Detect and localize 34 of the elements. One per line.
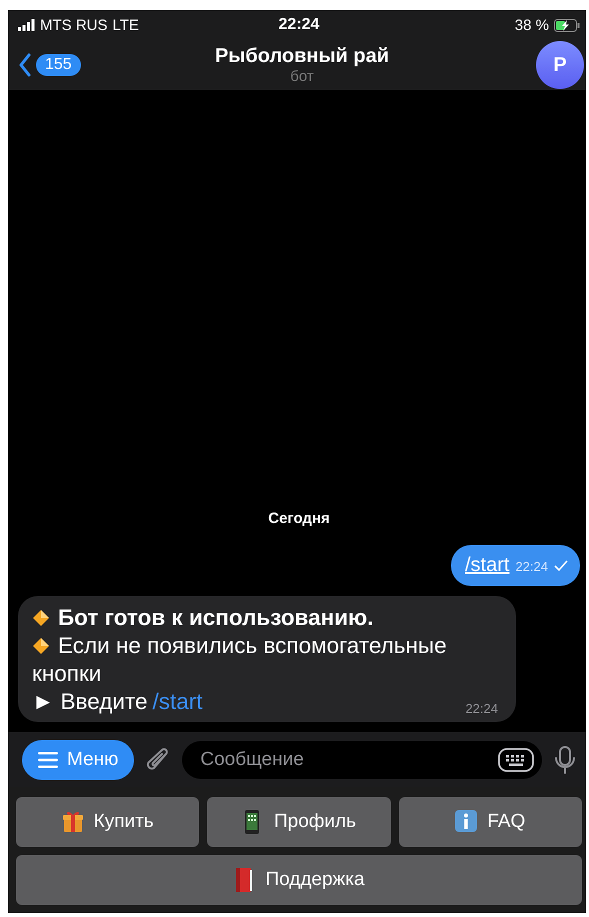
network-type: LTE [112, 16, 139, 34]
message-text: Бот готов к использованию. [58, 605, 374, 630]
diamond-icon [32, 637, 50, 655]
keyboard-button[interactable]: Поддержка [16, 855, 582, 905]
message-input[interactable]: Сообщение [198, 748, 498, 772]
keyboard-button[interactable]: FAQ [398, 797, 582, 847]
date-label: Сегодня [268, 510, 330, 527]
clock-time: 22:24 [278, 16, 320, 34]
diamond-icon [32, 609, 50, 627]
command-link[interactable]: /start [152, 689, 203, 714]
message-text: Если не появились вспомогательные [58, 633, 447, 658]
chat-subtitle: бот [289, 68, 315, 85]
keyboard-icon[interactable] [498, 748, 534, 772]
keyboard-button[interactable]: Профиль [207, 797, 391, 847]
message-text: кнопки [32, 661, 102, 686]
keyboard-button[interactable]: Купить [16, 797, 200, 847]
gift-icon [62, 810, 84, 834]
battery-percent: 38 % [514, 16, 549, 34]
carrier-name: MTS RUS [40, 16, 108, 34]
message-text: ► Введите [32, 689, 148, 714]
menu-button[interactable]: Меню [22, 740, 134, 780]
menu-icon [38, 750, 58, 768]
unread-count: 155 [36, 54, 81, 76]
message-field[interactable]: Сообщение [182, 740, 542, 778]
avatar[interactable]: Р [536, 41, 584, 89]
paperclip-icon[interactable] [146, 748, 170, 772]
info-icon [455, 810, 478, 834]
back-icon[interactable] [18, 53, 32, 77]
microphone-icon[interactable] [554, 746, 576, 774]
message-time: 22:24 [465, 701, 499, 716]
signal-icon [18, 19, 35, 31]
check-icon [554, 559, 568, 572]
message-time: 22:24 [515, 559, 548, 574]
chat-title: Рыболовный рай [214, 45, 390, 68]
